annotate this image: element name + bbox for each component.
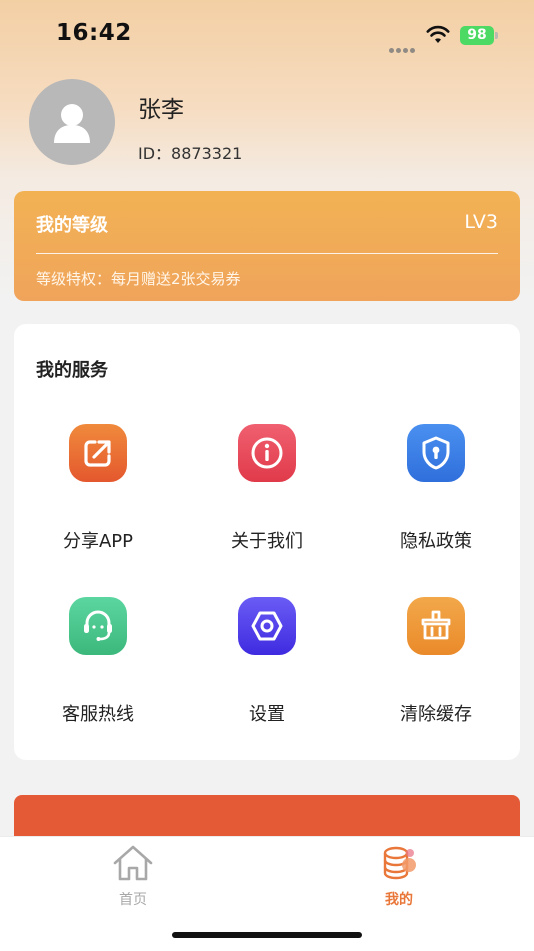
level-value: LV3 — [464, 211, 498, 233]
service-privacy-policy[interactable]: 隐私政策 — [352, 424, 520, 553]
service-clear-cache[interactable]: 清除缓存 — [352, 597, 520, 726]
user-id: ID：8873321 — [138, 140, 242, 164]
service-label: 设置 — [249, 704, 285, 725]
status-bar: 16:42 98 — [0, 0, 534, 70]
basket-icon — [407, 597, 465, 655]
service-customer-hotline[interactable]: 客服热线 — [14, 597, 182, 726]
services-title: 我的服务 — [36, 360, 108, 381]
services-card: 我的服务 分享APP 关于我们 隐私政策 客服热线 设置 清除缓存 — [14, 324, 520, 760]
level-card[interactable]: 我的等级 LV3 等级特权：每月赠送2张交易券 — [14, 191, 520, 301]
battery-indicator: 98 — [460, 26, 494, 45]
level-perk: 等级特权：每月赠送2张交易券 — [36, 270, 241, 288]
battery-tip — [495, 32, 498, 39]
service-share-app[interactable]: 分享APP — [14, 424, 182, 553]
user-icon — [54, 104, 90, 143]
home-indicator — [172, 932, 362, 938]
user-id-value: 8873321 — [171, 144, 243, 163]
tab-mine[interactable]: 我的 — [339, 843, 459, 909]
user-id-label: ID： — [138, 144, 172, 163]
home-icon — [113, 845, 153, 881]
coins-icon — [383, 846, 416, 880]
tab-home-label: 首页 — [119, 892, 147, 908]
share-icon — [69, 424, 127, 482]
tab-mine-label: 我的 — [385, 892, 413, 908]
shield-lock-icon — [407, 424, 465, 482]
service-label: 清除缓存 — [400, 704, 472, 725]
service-settings[interactable]: 设置 — [183, 597, 351, 726]
settings-hexagon-icon — [238, 597, 296, 655]
status-time: 16:42 — [56, 20, 132, 46]
avatar[interactable] — [29, 79, 115, 165]
service-label: 分享APP — [62, 531, 134, 552]
cellular-signal-icon — [389, 38, 419, 53]
service-label: 隐私政策 — [400, 531, 472, 552]
service-label: 客服热线 — [62, 704, 134, 725]
level-divider — [36, 253, 498, 254]
service-label: 关于我们 — [231, 531, 303, 552]
tab-home[interactable]: 首页 — [73, 843, 193, 909]
wifi-icon — [426, 25, 450, 43]
service-about-us[interactable]: 关于我们 — [183, 424, 351, 553]
level-title: 我的等级 — [36, 215, 108, 236]
user-name: 张李 — [138, 97, 184, 123]
headset-icon — [69, 597, 127, 655]
info-icon — [238, 424, 296, 482]
